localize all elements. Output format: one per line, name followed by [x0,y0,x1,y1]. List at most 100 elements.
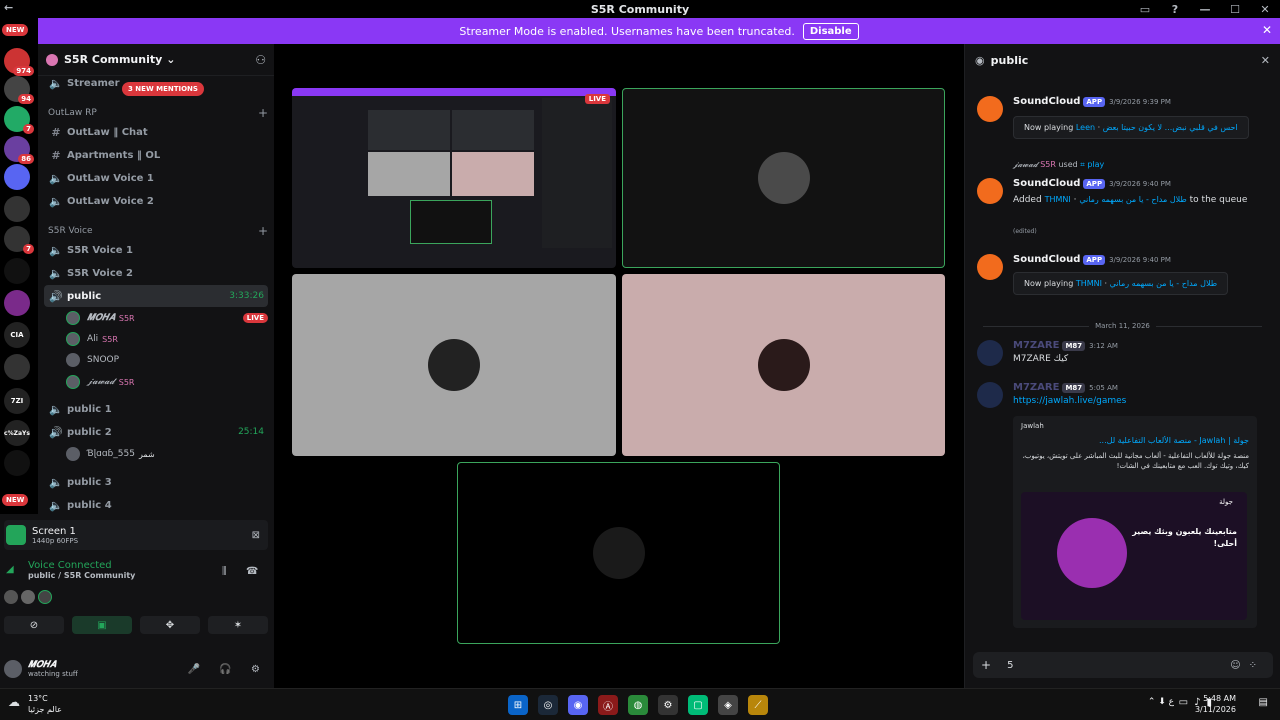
server-icon[interactable]: 7 [4,106,34,134]
app-icon[interactable]: ◈ [718,695,738,715]
new-pill[interactable]: NEW [2,494,29,506]
avatar[interactable] [38,590,52,604]
invite-people-icon[interactable]: ⚇ [255,53,266,67]
m7-avatar[interactable] [977,382,1003,408]
new-pill[interactable]: NEW [2,24,29,36]
close-chat-icon[interactable]: ✕ [1261,54,1270,67]
discord-icon[interactable]: ◉ [568,695,588,715]
channel-public-3[interactable]: 🔈 public 3 [44,471,268,493]
server-icon[interactable] [4,450,30,476]
channel-s5r-voice-1[interactable]: 🔈 S5R Voice 1 [44,239,268,261]
channel-streamer[interactable]: 🔈 Streamer [44,72,268,94]
category-s5r-voice[interactable]: S5R Voice + [48,224,268,238]
chrome-icon[interactable]: ◍ [628,695,648,715]
camera-off-button[interactable]: ⊘ [4,616,64,634]
app-icon[interactable]: Ⓐ [598,695,618,715]
server-icon[interactable]: CIA [4,322,30,348]
channel-outlaw-chat[interactable]: # OutLaw ‖ Chat [44,121,268,143]
channel-public[interactable]: 🔊 public 3:33:26 [44,285,268,307]
voice-user[interactable]: 𝓳𝓪𝔀𝓪𝓭 S5R [66,372,268,392]
video-tile[interactable] [292,274,616,456]
minimize-button[interactable]: — [1190,3,1220,16]
screen-share-row[interactable]: Screen 1 1440p 60FPS ⊠ [4,520,268,550]
soundcloud-avatar[interactable] [977,254,1003,280]
app-icon[interactable]: ▢ [688,695,708,715]
server-icon[interactable]: c%ZaYs [4,420,30,446]
system-tray-icons[interactable]: ⌃ ⬇ ع [1148,697,1174,707]
avatar [66,447,80,461]
folder-icon[interactable] [4,164,30,190]
weather-widget[interactable]: 13°C عالم جزئيا [28,693,62,715]
inbox-icon[interactable]: ▭ [1130,3,1160,16]
video-tile[interactable] [622,88,945,268]
banner-close-icon[interactable]: ✕ [1262,23,1272,37]
video-tile[interactable] [622,274,945,456]
soundboard-button[interactable]: ✶ [208,616,268,634]
stop-stream-icon[interactable]: ⊠ [252,530,260,541]
window-controls: ▭ ? — ☐ ✕ [1130,0,1280,18]
screen-share-button[interactable]: ▣ [72,616,132,634]
channel-outlaw-voice-2[interactable]: 🔈 OutLaw Voice 2 [44,190,268,212]
server-icon[interactable] [4,258,30,284]
notification-icon[interactable]: ▤ [1259,697,1268,708]
avatar[interactable] [4,590,18,604]
back-arrow-icon[interactable]: ← [4,1,13,14]
soundcloud-avatar[interactable] [977,96,1003,122]
server-icon[interactable]: 94 [4,76,34,104]
category-outlaw[interactable]: OutLaw RP + [48,106,268,120]
add-channel-icon[interactable]: + [258,106,268,120]
voice-user[interactable]: Ali S5R [66,329,268,349]
server-icon[interactable]: 7 [4,226,34,254]
window-title: S5R Community [590,2,690,16]
server-icon[interactable]: 7ZI [4,388,30,414]
server-icon[interactable]: 974 [4,48,34,76]
message-link[interactable]: https://jawlah.live/games [1013,396,1126,406]
video-tile[interactable] [457,462,780,644]
server-icon[interactable] [4,290,30,316]
avatar[interactable] [4,660,22,678]
message-body: Added THMNI · طلال مداح - يا من بسهمه رم… [1013,195,1248,205]
emoji-apps-icons[interactable]: ☺⁘ [1230,660,1265,671]
speaker-icon: 🔈 [49,243,63,257]
embed-title-link[interactable]: جولة | Jawlah - منصة الألعاب التفاعلية ل… [1021,436,1249,445]
soundcloud-avatar[interactable] [977,178,1003,204]
help-icon[interactable]: ? [1160,3,1190,16]
message-input[interactable]: + 5 ☺⁘ [973,652,1273,678]
user-controls-icons[interactable]: 🎤 🎧 ⚙ [188,664,268,675]
disconnect-icon[interactable]: ☎ [246,566,258,577]
noise-suppression-icon[interactable]: ⫼ [222,566,227,577]
stream-tile[interactable]: LIVE [292,88,616,268]
reply-context[interactable]: 𝓳𝓪𝔀𝓪𝓭 S5R used ⌗ play [1013,160,1104,170]
channel-outlaw-voice-1[interactable]: 🔈 OutLaw Voice 1 [44,167,268,189]
maximize-button[interactable]: ☐ [1220,3,1250,16]
app-icon[interactable]: ⟋ [748,695,768,715]
steam-icon[interactable]: ◎ [538,695,558,715]
voice-user[interactable]: SNOOP [66,350,268,370]
clock[interactable]: 5:48 AM 3/11/2026 [1195,693,1236,715]
close-window-button[interactable]: ✕ [1250,3,1280,16]
avatar[interactable] [21,590,35,604]
channel-s5r-voice-2[interactable]: 🔈 S5R Voice 2 [44,262,268,284]
voice-user[interactable]: Ɓɭɑɑɓ_555 شمر [66,444,268,464]
server-icon[interactable] [4,196,30,222]
stream-preview-pane [368,110,450,150]
m7-avatar[interactable] [977,340,1003,366]
channel-public-2[interactable]: 🔊 public 2 25:14 [44,421,268,443]
weather-icon[interactable]: ☁ [8,695,20,709]
voice-avatars [4,590,52,604]
add-attachment-icon[interactable]: + [981,658,991,672]
channel-apartments[interactable]: # Apartments ‖ OL [44,144,268,166]
server-icon[interactable]: 86 [4,136,34,164]
server-icon[interactable] [4,354,30,380]
channel-public-1[interactable]: 🔈 public 1 [44,398,268,420]
disable-streamer-mode-button[interactable]: Disable [802,22,859,40]
signal-icon[interactable]: ◢ [6,564,14,575]
avatar [66,332,80,346]
activities-button[interactable]: ✥ [140,616,200,634]
add-channel-icon[interactable]: + [258,224,268,238]
voice-user[interactable]: 𝑴𝑶𝑯𝑨 S5R LIVE [66,308,268,328]
embed-image[interactable]: متابعينك يلعبون وبثك يصير أحلى! جولة [1021,492,1247,620]
gear-icon[interactable]: ⚙ [658,695,678,715]
start-icon[interactable]: ⊞ [508,695,528,715]
channel-public-4[interactable]: 🔈 public 4 [44,494,268,514]
